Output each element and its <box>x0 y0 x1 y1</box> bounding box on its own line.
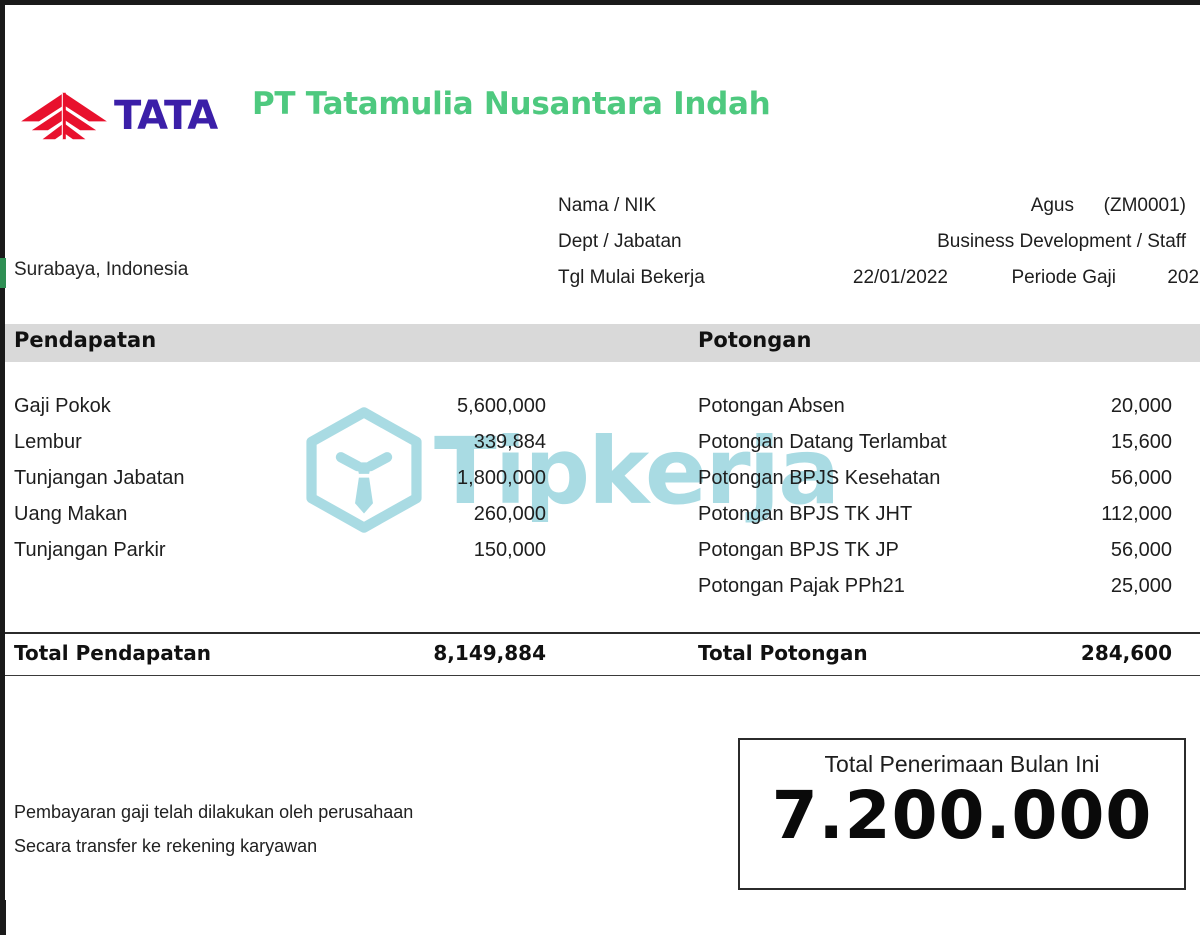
employee-info-row-start-date: Tgl Mulai Bekerja 22/01/2022 Periode Gaj… <box>558 260 1200 296</box>
deduction-label: Potongan Absen <box>698 394 845 417</box>
payment-note-line-2: Secara transfer ke rekening karyawan <box>14 835 318 856</box>
earning-value: 339,884 <box>473 430 546 453</box>
deduction-value: 112,000 <box>1101 502 1172 525</box>
total-deductions-value: 284,600 <box>1080 641 1172 665</box>
earning-value: 150,000 <box>473 538 546 561</box>
deduction-label: Potongan BPJS TK JP <box>698 538 899 561</box>
net-pay-amount: 7.200.000 <box>771 777 1153 855</box>
employee-info-block: Nama / NIK Agus (ZM0001) Dept / Jabatan … <box>558 188 1200 296</box>
earning-value: 260,000 <box>473 502 546 525</box>
label-dept-jabatan: Dept / Jabatan <box>558 231 682 252</box>
payslip-document: Tipkerja TATA PT Tatamulia Nusantara Ind… <box>0 0 1200 935</box>
earning-label: Tunjangan Jabatan <box>14 466 185 489</box>
label-nama-nik: Nama / NIK <box>558 195 657 216</box>
list-item: Potongan BPJS TK JHT 112,000 <box>698 496 1172 532</box>
page-border-left <box>0 0 5 900</box>
list-item: Potongan BPJS Kesehatan 56,000 <box>698 460 1172 496</box>
value-nama: Agus <box>1030 195 1074 216</box>
list-item: Tunjangan Parkir 150,000 <box>14 532 546 568</box>
deduction-value: 25,000 <box>1110 574 1172 597</box>
row-accent-marker <box>0 258 6 288</box>
earning-value: 5,600,000 <box>457 394 546 417</box>
company-name-title: PT Tatamulia Nusantara Indah <box>252 86 771 122</box>
list-item: Potongan BPJS TK JP 56,000 <box>698 532 1172 568</box>
value-dept-jabatan: Business Development / Staff <box>937 231 1186 252</box>
total-earnings-value: 8,149,884 <box>433 641 546 665</box>
earning-label: Lembur <box>14 430 82 453</box>
deduction-label: Potongan BPJS TK JHT <box>698 502 913 525</box>
label-periode-gaji: Periode Gaji <box>1011 267 1116 288</box>
totals-divider-bottom <box>5 675 1200 676</box>
net-pay-box: Total Penerimaan Bulan Ini 7.200.000 <box>738 738 1186 890</box>
deduction-label: Potongan BPJS Kesehatan <box>698 466 941 489</box>
section-header-band <box>5 324 1200 362</box>
label-tgl-mulai-bekerja: Tgl Mulai Bekerja <box>558 267 705 288</box>
company-location: Surabaya, Indonesia <box>14 259 189 280</box>
deduction-label: Potongan Datang Terlambat <box>698 430 947 453</box>
deduction-value: 15,600 <box>1110 430 1172 453</box>
list-item: Tunjangan Jabatan 1,800,000 <box>14 460 546 496</box>
value-nik: (ZM0001) <box>1103 195 1186 216</box>
tata-logo-wordmark: TATA <box>114 93 218 139</box>
employee-info-row-name: Nama / NIK Agus (ZM0001) <box>558 188 1186 224</box>
payment-note-line-1: Pembayaran gaji telah dilakukan oleh per… <box>14 801 414 822</box>
earning-value: 1,800,000 <box>457 466 546 489</box>
deduction-value: 20,000 <box>1110 394 1172 417</box>
employee-info-row-dept: Dept / Jabatan Business Development / St… <box>558 224 1186 260</box>
total-earnings-label: Total Pendapatan <box>14 641 211 665</box>
earning-label: Uang Makan <box>14 502 128 525</box>
list-item: Lembur 339,884 <box>14 424 546 460</box>
company-logo: TATA <box>18 88 238 144</box>
earning-label: Tunjangan Parkir <box>14 538 166 561</box>
deduction-label: Potongan Pajak PPh21 <box>698 574 905 597</box>
totals-divider-top <box>5 632 1200 634</box>
list-item: Potongan Pajak PPh21 25,000 <box>698 568 1172 604</box>
section-header-potongan: Potongan <box>698 328 812 352</box>
list-item: Gaji Pokok 5,600,000 <box>14 388 546 424</box>
page-border-top <box>0 0 1200 5</box>
page-border-bottom-stub <box>0 900 6 935</box>
earning-label: Gaji Pokok <box>14 394 111 417</box>
deductions-list: Potongan Absen 20,000 Potongan Datang Te… <box>698 388 1172 604</box>
tata-logo-mark <box>21 92 107 140</box>
value-tgl-mulai-bekerja: 22/01/2022 <box>852 267 948 288</box>
net-pay-label: Total Penerimaan Bulan Ini <box>824 751 1100 777</box>
deduction-value: 56,000 <box>1110 466 1172 489</box>
list-item: Uang Makan 260,000 <box>14 496 546 532</box>
section-header-pendapatan: Pendapatan <box>14 328 157 352</box>
payment-notes: Pembayaran gaji telah dilakukan oleh per… <box>14 795 413 863</box>
earnings-list: Gaji Pokok 5,600,000 Lembur 339,884 Tunj… <box>14 388 546 568</box>
deduction-value: 56,000 <box>1110 538 1172 561</box>
total-earnings-row: Total Pendapatan 8,149,884 <box>14 641 546 665</box>
list-item: Potongan Datang Terlambat 15,600 <box>698 424 1172 460</box>
list-item: Potongan Absen 20,000 <box>698 388 1172 424</box>
total-deductions-row: Total Potongan 284,600 <box>698 641 1172 665</box>
value-periode-gaji: 2022/03 <box>1167 267 1200 288</box>
total-deductions-label: Total Potongan <box>698 641 868 665</box>
